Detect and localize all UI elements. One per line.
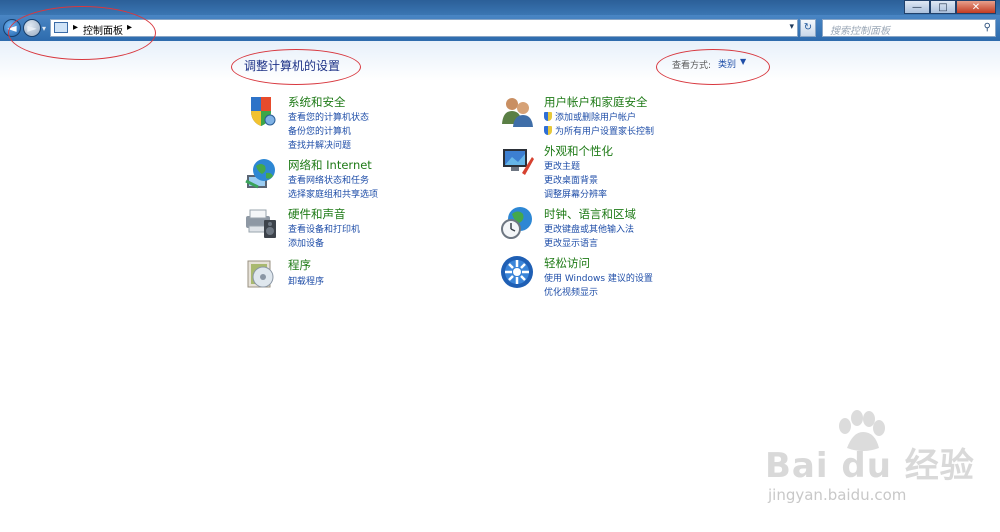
link-change-theme[interactable]: 更改主题 [544, 159, 580, 172]
category-hardware-sound: 硬件和声音 查看设备和打印机 添加设备 [244, 206, 484, 252]
category-title[interactable]: 用户帐户和家庭安全 [544, 94, 648, 110]
window-titlebar: — □ ✕ [0, 0, 1000, 15]
link-troubleshoot[interactable]: 查找并解决问题 [288, 138, 351, 151]
link-screen-resolution[interactable]: 调整屏幕分辨率 [544, 187, 607, 200]
category-network-internet: 网络和 Internet 查看网络状态和任务 选择家庭组和共享选项 [244, 157, 484, 203]
window-controls: — □ ✕ [904, 0, 996, 14]
category-title[interactable]: 硬件和声音 [288, 206, 346, 222]
link-uninstall-program[interactable]: 卸载程序 [288, 274, 324, 287]
link-desktop-background[interactable]: 更改桌面背景 [544, 173, 598, 186]
category-title[interactable]: 系统和安全 [288, 94, 346, 110]
link-add-device[interactable]: 添加设备 [288, 236, 324, 249]
link-text[interactable]: 为所有用户设置家长控制 [555, 127, 654, 137]
magnifier-icon[interactable]: ⚲ [984, 22, 991, 33]
address-dropdown-icon[interactable]: ▾ [789, 22, 794, 32]
system-security-icon [251, 97, 276, 126]
hardware-sound-icon [246, 209, 276, 238]
maximize-button[interactable]: □ [930, 0, 956, 14]
ease-of-access-icon [501, 256, 533, 288]
link-recommended-settings[interactable]: 使用 Windows 建议的设置 [544, 271, 653, 284]
link-keyboard-input[interactable]: 更改键盘或其他输入法 [544, 222, 634, 235]
annotation-circle-title [231, 49, 361, 85]
category-title[interactable]: 程序 [288, 257, 311, 273]
close-button[interactable]: ✕ [956, 0, 996, 14]
annotation-circle-address [8, 6, 156, 60]
watermark-url: jingyan.baidu.com [768, 486, 907, 504]
category-clock-language-region: 时钟、语言和区域 更改键盘或其他输入法 更改显示语言 [500, 206, 760, 252]
category-title[interactable]: 外观和个性化 [544, 143, 613, 159]
category-ease-of-access: 轻松访问 使用 Windows 建议的设置 优化视频显示 [500, 255, 760, 301]
user-accounts-icon [502, 98, 533, 127]
link-parental-controls[interactable]: 为所有用户设置家长控制 [544, 124, 654, 137]
uac-shield-icon [544, 112, 552, 121]
annotation-circle-viewby [656, 49, 770, 85]
appearance-icon [503, 149, 534, 175]
search-box[interactable]: 搜索控制面板 ⚲ [822, 19, 996, 37]
link-homegroup-sharing[interactable]: 选择家庭组和共享选项 [288, 187, 378, 200]
search-placeholder[interactable]: 搜索控制面板 [830, 22, 890, 37]
uac-shield-icon [544, 126, 552, 135]
address-bar[interactable]: ▸ 控制面板 ▸ ▾ [50, 19, 798, 37]
category-appearance: 外观和个性化 更改主题 更改桌面背景 调整屏幕分辨率 [500, 143, 760, 203]
minimize-button[interactable]: — [904, 0, 930, 14]
watermark-text: Bai du 经验 [765, 446, 975, 486]
link-add-remove-accounts[interactable]: 添加或删除用户帐户 [544, 110, 636, 123]
link-devices-printers[interactable]: 查看设备和打印机 [288, 222, 360, 235]
category-title[interactable]: 时钟、语言和区域 [544, 206, 636, 222]
programs-icon [247, 260, 274, 288]
link-backup-computer[interactable]: 备份您的计算机 [288, 124, 351, 137]
category-title[interactable]: 轻松访问 [544, 255, 590, 271]
category-programs: 程序 卸载程序 [244, 257, 484, 293]
link-network-status[interactable]: 查看网络状态和任务 [288, 173, 369, 186]
link-optimize-video[interactable]: 优化视频显示 [544, 285, 598, 298]
network-internet-icon [245, 159, 275, 189]
link-display-language[interactable]: 更改显示语言 [544, 236, 598, 249]
refresh-button[interactable]: ↻ [800, 19, 816, 37]
watermark: Bai du 经验 jingyan.baidu.com [765, 410, 985, 510]
category-system-security: 系统和安全 查看您的计算机状态 备份您的计算机 查找并解决问题 [244, 94, 484, 154]
link-text[interactable]: 添加或删除用户帐户 [555, 113, 636, 123]
link-view-computer-status[interactable]: 查看您的计算机状态 [288, 110, 369, 123]
clock-language-region-icon [501, 207, 532, 239]
category-title[interactable]: 网络和 Internet [288, 157, 372, 173]
category-user-accounts: 用户帐户和家庭安全 添加或删除用户帐户 为所有用户设置家长控制 [500, 94, 760, 140]
